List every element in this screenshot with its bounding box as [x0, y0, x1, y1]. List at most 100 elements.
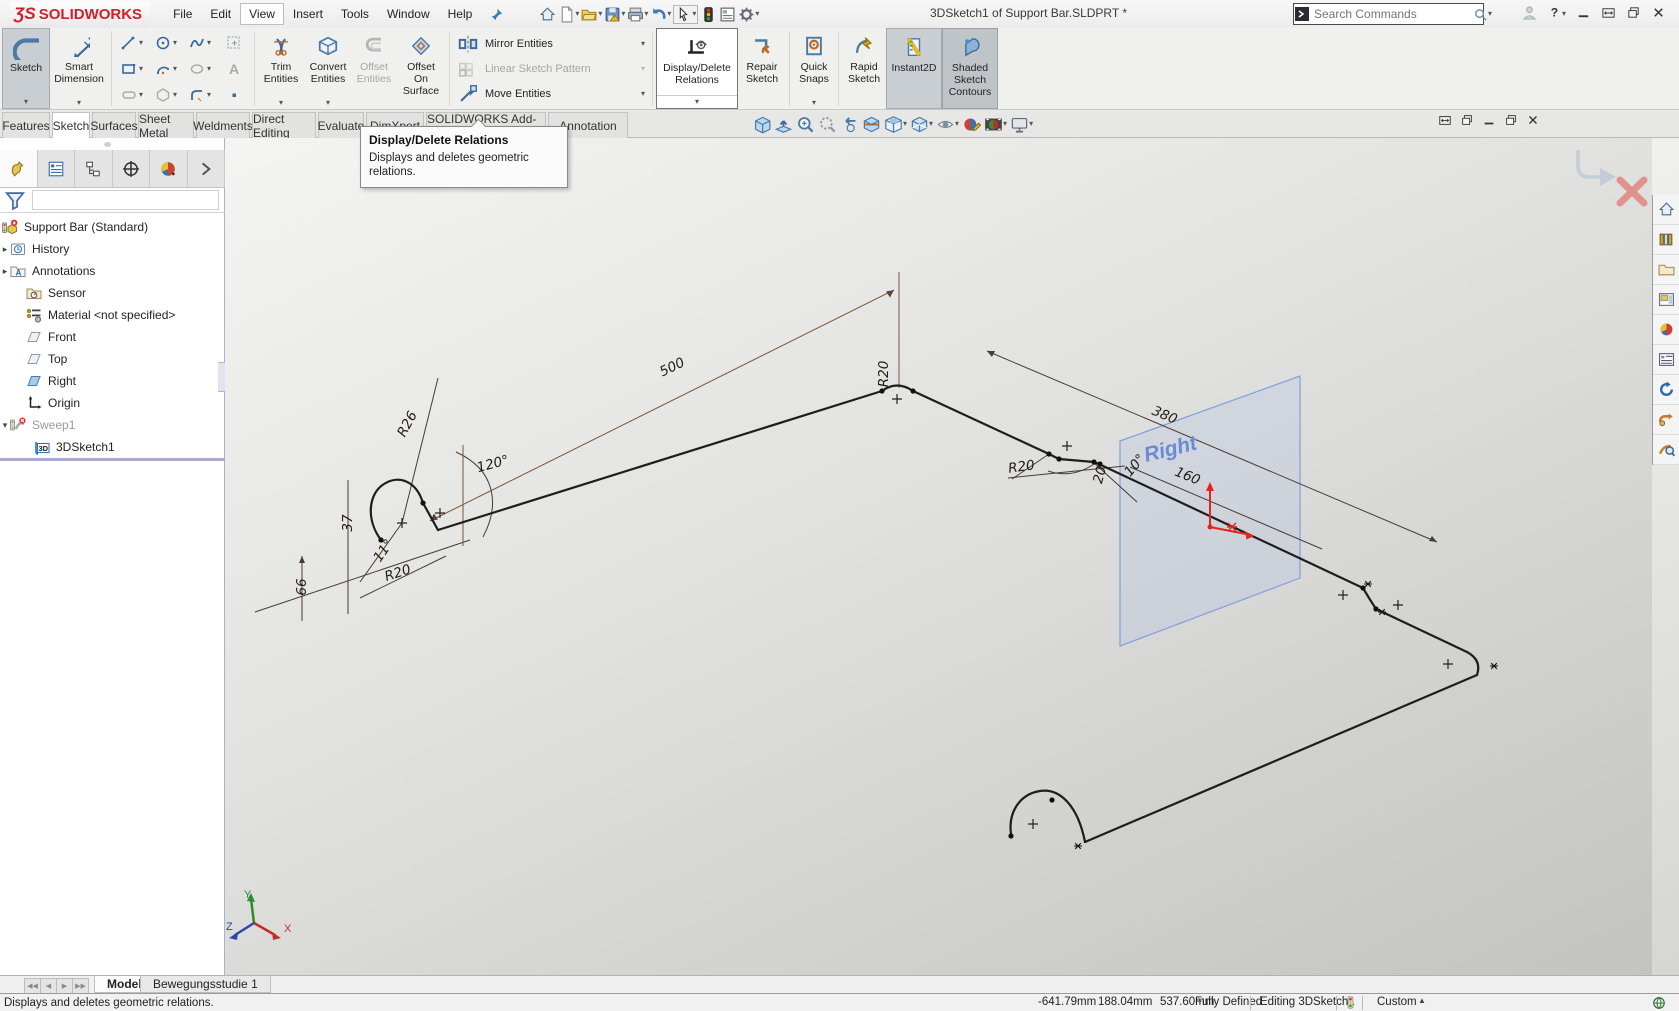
- menu-item-window[interactable]: Window: [378, 3, 439, 25]
- tree-item-material[interactable]: Material <not specified>: [0, 304, 225, 326]
- trim-entities-button[interactable]: Trim Entities ▾: [258, 28, 304, 109]
- tree-filter-input[interactable]: [32, 190, 219, 210]
- tab-features[interactable]: Features: [2, 112, 50, 138]
- pane-right-icon[interactable]: [1460, 113, 1474, 127]
- motion-prev-button[interactable]: ◀: [40, 978, 57, 994]
- sketch-point[interactable]: [910, 388, 915, 393]
- sketch-point[interactable]: [1008, 833, 1013, 838]
- expand-arrow-icon[interactable]: ▸: [0, 266, 10, 277]
- print-dropdown-icon[interactable]: ▾: [644, 10, 648, 18]
- instant2d-button[interactable]: Instant2D: [886, 28, 942, 109]
- new-document-button[interactable]: ▾: [558, 6, 579, 23]
- quick-snaps-dropdown-icon[interactable]: ▾: [812, 99, 816, 107]
- tree-item-part[interactable]: Support Bar (Standard): [0, 216, 225, 238]
- menu-item-file[interactable]: File: [164, 3, 201, 25]
- tree-item-sweep1[interactable]: ▾Sweep1: [0, 414, 225, 436]
- status-config-dropdown-icon[interactable]: ▲: [1418, 996, 1426, 1005]
- print-button[interactable]: ▾: [627, 6, 648, 23]
- move-dropdown-icon[interactable]: ▾: [641, 90, 645, 98]
- selection-filter-button[interactable]: [700, 6, 717, 23]
- view-palette-button[interactable]: [1653, 285, 1679, 315]
- help-button[interactable]: ?▾: [1547, 4, 1566, 20]
- xpress-products-button[interactable]: [1653, 405, 1679, 435]
- sketch-dropdown-icon[interactable]: ▾: [24, 98, 28, 106]
- configurationmanager-tab-button[interactable]: [75, 150, 113, 187]
- motion-first-button[interactable]: ◀◀: [24, 978, 41, 994]
- pin-icon[interactable]: [489, 7, 504, 22]
- tree-item-front[interactable]: Front: [0, 326, 225, 348]
- previous-view-button[interactable]: [840, 115, 859, 134]
- tree-item-sensor[interactable]: Sensor: [0, 282, 225, 304]
- ellipse-tool-button[interactable]: ▾: [183, 56, 217, 82]
- mirror-entities-button[interactable]: Mirror Entities ▾: [453, 31, 649, 56]
- tree-item-3dsketch1[interactable]: 3D3DSketch1: [0, 436, 225, 458]
- zoom-to-fit-button[interactable]: [752, 115, 771, 134]
- options-gear-button[interactable]: ▾: [738, 6, 759, 23]
- dimension-label[interactable]: R20: [1007, 457, 1036, 477]
- tree-item-right[interactable]: Right: [0, 370, 225, 392]
- sketch-arc-hook[interactable]: [1011, 791, 1085, 842]
- fillet-tool-button[interactable]: ▾: [183, 82, 217, 108]
- spline-tool-button[interactable]: ▾: [183, 30, 217, 56]
- view-settings-button[interactable]: ▾: [1010, 115, 1033, 134]
- close-button[interactable]: [1651, 4, 1666, 20]
- pane-left-icon[interactable]: [1438, 113, 1452, 127]
- search-magnifier-icon[interactable]: [1473, 7, 1488, 22]
- sketch-line-return[interactable]: [1085, 675, 1477, 842]
- dimension-label[interactable]: R20: [876, 361, 892, 388]
- text-tool-button[interactable]: A: [217, 56, 251, 82]
- circle-tool-button[interactable]: ▾: [149, 30, 183, 56]
- motion-last-button[interactable]: ▶▶: [72, 978, 89, 994]
- sketch-point[interactable]: [879, 388, 884, 393]
- panel-collapse-handle[interactable]: [104, 142, 111, 147]
- sketch-point[interactable]: [420, 500, 425, 505]
- expand-panel-button[interactable]: [188, 150, 226, 187]
- save-button[interactable]: !▾: [604, 6, 625, 23]
- tree-item-top[interactable]: Top: [0, 348, 225, 370]
- restore-button[interactable]: [1626, 4, 1641, 20]
- tab-weldments[interactable]: Weldments: [196, 112, 250, 138]
- trim-box-tool-button[interactable]: [217, 30, 251, 56]
- tab-motion-study[interactable]: Bewegungsstudie 1: [140, 976, 271, 993]
- displaymanager-tab-button[interactable]: [150, 150, 188, 187]
- status-config[interactable]: Custom: [1377, 996, 1417, 1008]
- line-tool-button[interactable]: ▾: [115, 30, 149, 56]
- search-box[interactable]: ▾: [1293, 3, 1484, 25]
- motion-next-button[interactable]: ▶: [56, 978, 73, 994]
- view-orientation-button[interactable]: ▾: [884, 115, 907, 134]
- new-document-dropdown-icon[interactable]: ▾: [575, 10, 579, 18]
- undo-button[interactable]: ▾: [650, 6, 671, 23]
- pin-icon[interactable]: [489, 7, 504, 22]
- panel-splitter[interactable]: [0, 458, 225, 461]
- dimension-label[interactable]: 37: [340, 514, 356, 532]
- sketch-arc-corner[interactable]: [1467, 652, 1478, 675]
- open-button[interactable]: ▾: [581, 6, 602, 23]
- smart-dimension-dropdown-icon[interactable]: ▾: [77, 99, 81, 107]
- viewports-button[interactable]: [719, 6, 736, 23]
- edit-appearance-button[interactable]: [962, 115, 981, 134]
- move-entities-button[interactable]: Move Entities ▾: [453, 81, 649, 106]
- menu-item-insert[interactable]: Insert: [284, 3, 332, 25]
- search-go-icon[interactable]: [1294, 6, 1310, 22]
- doc-restore-icon[interactable]: [1504, 113, 1518, 127]
- section-view-button[interactable]: [862, 115, 881, 134]
- sketch-point[interactable]: [1046, 451, 1051, 456]
- sketch-point[interactable]: [1056, 456, 1061, 461]
- tab-surfaces[interactable]: Surfaces: [92, 112, 136, 138]
- design-library-button[interactable]: [1653, 225, 1679, 255]
- tab-sheet-metal[interactable]: Sheet Metal: [138, 112, 194, 138]
- display-style-button[interactable]: ▾: [910, 115, 933, 134]
- hide-show-items-button[interactable]: ▾: [936, 115, 959, 134]
- featuremanager-tab-button[interactable]: [0, 150, 38, 187]
- undo-dropdown-icon[interactable]: ▾: [667, 10, 671, 18]
- home-button[interactable]: [1653, 195, 1679, 225]
- dimension-label[interactable]: 120°: [475, 452, 511, 476]
- sketch-point[interactable]: [1373, 606, 1378, 611]
- status-traffic-light-icon[interactable]: [1344, 996, 1357, 1009]
- select-cursor-dropdown-icon[interactable]: ▾: [692, 10, 696, 18]
- menu-item-tools[interactable]: Tools: [332, 3, 378, 25]
- tree-item-origin[interactable]: Origin: [0, 392, 225, 414]
- home-button[interactable]: [539, 6, 556, 23]
- smart-dimension-button[interactable]: Smart Dimension ▾: [50, 28, 108, 109]
- doc-minimize-icon[interactable]: [1482, 113, 1496, 127]
